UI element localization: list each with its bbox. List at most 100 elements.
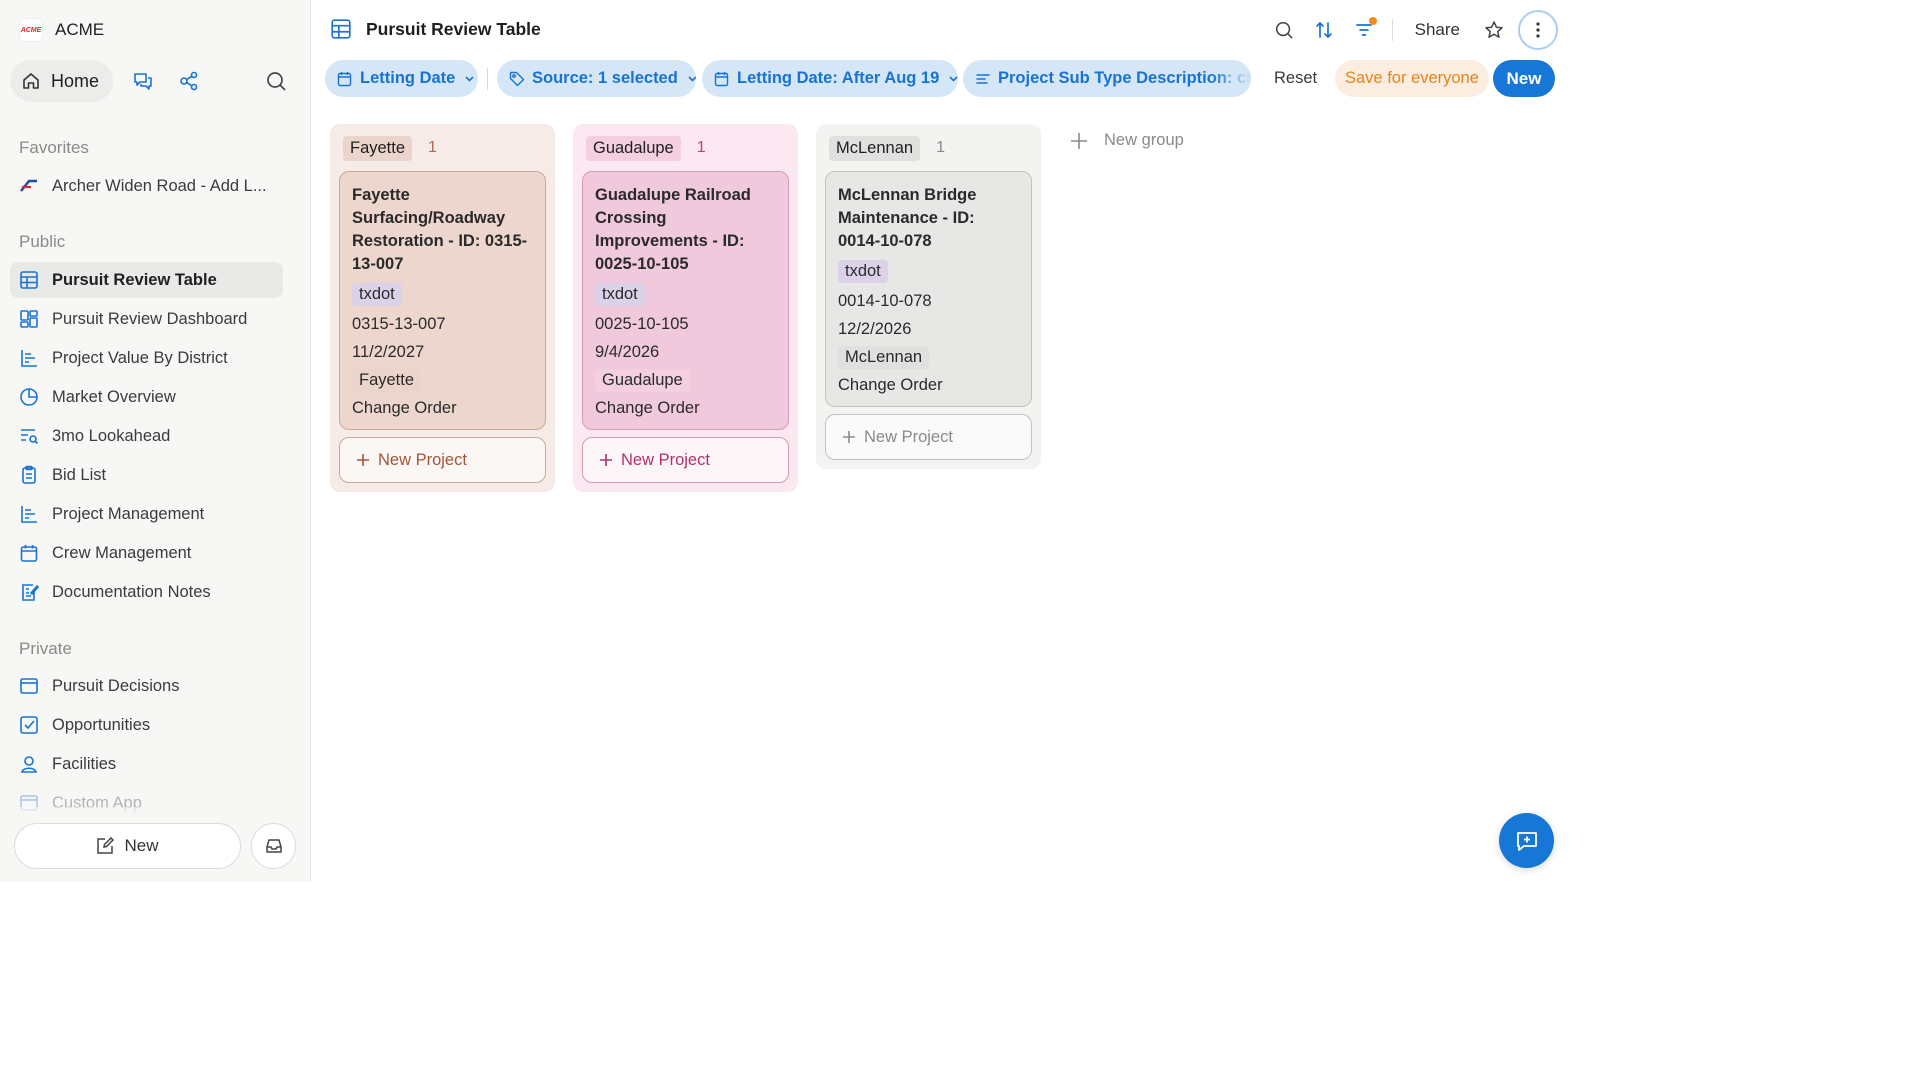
sidebar-top-nav: Home (10, 60, 300, 102)
source-tag: txdot (352, 283, 402, 306)
sidebar-item-facilities[interactable]: Facilities (10, 746, 283, 782)
letting-date: 9/4/2026 (595, 343, 660, 361)
new-project-button[interactable]: New Project (825, 414, 1032, 460)
list-search-icon (18, 425, 40, 447)
dashboard-icon (18, 308, 40, 330)
project-id: 0315-13-007 (352, 315, 446, 333)
card-title: McLennan Bridge Maintenance - ID: 0014-1… (838, 186, 977, 250)
favorite-button[interactable] (1474, 10, 1514, 50)
home-label: Home (51, 70, 100, 91)
new-project-button[interactable]: New Project (339, 437, 546, 483)
sidebar-item-market-overview[interactable]: Market Overview (10, 379, 283, 415)
new-project-button[interactable]: New Project (582, 437, 789, 483)
filter-chip-source[interactable]: Source: 1 selected (497, 60, 696, 97)
reset-filters-button[interactable]: Reset (1274, 69, 1317, 88)
clipboard-icon (18, 464, 40, 486)
share-nodes-icon (178, 70, 200, 92)
notification-dot (1368, 17, 1377, 25)
county-tag: Guadalupe (595, 369, 690, 392)
sidebar-item-label: Bid List (52, 465, 107, 484)
workspace-switcher[interactable]: ACME ACME (19, 18, 104, 42)
plus-icon (356, 453, 370, 467)
sidebar-item-label: Documentation Notes (52, 582, 211, 601)
group-count: 1 (696, 139, 706, 156)
sidebar-new-button[interactable]: New (14, 823, 241, 869)
chat-button[interactable] (127, 65, 159, 97)
chevron-down-icon (948, 73, 958, 84)
search-icon (1274, 20, 1294, 40)
chart-icon (18, 347, 40, 369)
group-tag: Fayette (343, 135, 413, 161)
project-id: 0014-10-078 (838, 292, 932, 310)
sidebar-item-label: Project Value By District (52, 348, 228, 367)
pie-chart-icon (18, 386, 40, 408)
plus-icon (1070, 132, 1088, 150)
board-group-fayette: Fayette 1 Fayette Surfacing/Roadway Rest… (330, 124, 555, 492)
county-tag: Fayette (352, 369, 422, 392)
checkbox-icon (18, 714, 40, 736)
project-id: 0025-10-105 (595, 315, 689, 333)
group-count: 1 (936, 139, 945, 156)
inbox-button[interactable] (251, 823, 296, 869)
source-tag: txdot (838, 260, 888, 283)
home-button[interactable]: Home (10, 60, 114, 102)
search-button[interactable] (1264, 10, 1304, 50)
filter-chip-letting-date-after[interactable]: Letting Date: After Aug 19 (702, 60, 958, 97)
sidebar-item-label: Pursuit Review Table (52, 270, 217, 289)
filter-chip-project-sub-type[interactable]: Project Sub Type Description: change (963, 60, 1251, 97)
sidebar-item-archer-widen-road[interactable]: Archer Widen Road - Add L... (10, 168, 283, 204)
sidebar-search-button[interactable] (260, 65, 292, 97)
share-button[interactable]: Share (1401, 20, 1474, 40)
sidebar-item-documentation-notes[interactable]: Documentation Notes (10, 574, 283, 610)
chat-plus-icon (1515, 829, 1539, 853)
sidebar-item-3mo-lookahead[interactable]: 3mo Lookahead (10, 418, 283, 454)
sidebar-item-pursuit-decisions[interactable]: Pursuit Decisions (10, 668, 283, 704)
edit-icon (96, 837, 115, 855)
project-card[interactable]: Guadalupe Railroad Crossing Improvements… (582, 171, 789, 430)
letting-date: 12/2/2026 (838, 320, 912, 338)
new-record-button[interactable]: New (1493, 60, 1555, 97)
sidebar-item-label: Market Overview (52, 387, 176, 406)
sidebar-item-pursuit-review-table[interactable]: Pursuit Review Table (10, 262, 283, 298)
project-sub-type: Change Order (352, 399, 457, 417)
group-header: McLennan 1 (825, 134, 1032, 162)
chat-icon (132, 70, 154, 92)
project-card[interactable]: McLennan Bridge Maintenance - ID: 0014-1… (825, 171, 1032, 407)
board-group-mclennan: McLennan 1 McLennan Bridge Maintenance -… (816, 124, 1041, 469)
sidebar-item-crew-management[interactable]: Crew Management (10, 535, 283, 571)
location-person-icon (18, 753, 40, 775)
sidebar: ACME ACME Home Favorites Archer Widen Ro… (0, 0, 311, 882)
project-card[interactable]: Fayette Surfacing/Roadway Restoration - … (339, 171, 546, 430)
save-for-everyone-button[interactable]: Save for everyone (1335, 60, 1489, 97)
new-group-button[interactable]: New group (1070, 131, 1184, 150)
automations-button[interactable] (173, 65, 205, 97)
chat-support-button[interactable] (1499, 813, 1554, 868)
filter-button[interactable] (1344, 10, 1384, 50)
home-icon (21, 71, 41, 91)
more-options-button[interactable] (1518, 10, 1558, 50)
public-heading: Public (19, 232, 66, 251)
group-tag: Guadalupe (586, 135, 681, 161)
sidebar-new-label: New (124, 836, 159, 855)
board-group-guadalupe: Guadalupe 1 Guadalupe Railroad Crossing … (573, 124, 798, 492)
sidebar-item-project-value-by-district[interactable]: Project Value By District (10, 340, 283, 376)
filter-chip-label: Project Sub Type Description: change (998, 69, 1251, 87)
new-group-label: New group (1104, 131, 1184, 149)
sort-button[interactable] (1304, 10, 1344, 50)
filter-chip-letting-date[interactable]: Letting Date (325, 60, 478, 97)
page-title: Pursuit Review Table (366, 18, 541, 39)
project-sub-type: Change Order (595, 399, 700, 417)
filter-chip-label: Letting Date: After Aug 19 (737, 69, 940, 87)
letting-date: 11/2/2027 (352, 343, 425, 361)
window-icon (18, 675, 40, 697)
sidebar-item-pursuit-review-dashboard[interactable]: Pursuit Review Dashboard (10, 301, 283, 337)
private-heading: Private (19, 639, 72, 658)
sidebar-item-bid-list[interactable]: Bid List (10, 457, 283, 493)
plus-icon (842, 430, 856, 444)
calendar-icon (714, 71, 730, 87)
sidebar-item-project-management[interactable]: Project Management (10, 496, 283, 532)
note-edit-icon (18, 581, 40, 603)
sidebar-item-opportunities[interactable]: Opportunities (10, 707, 283, 743)
chart-icon (18, 503, 40, 525)
calendar-icon (18, 542, 40, 564)
